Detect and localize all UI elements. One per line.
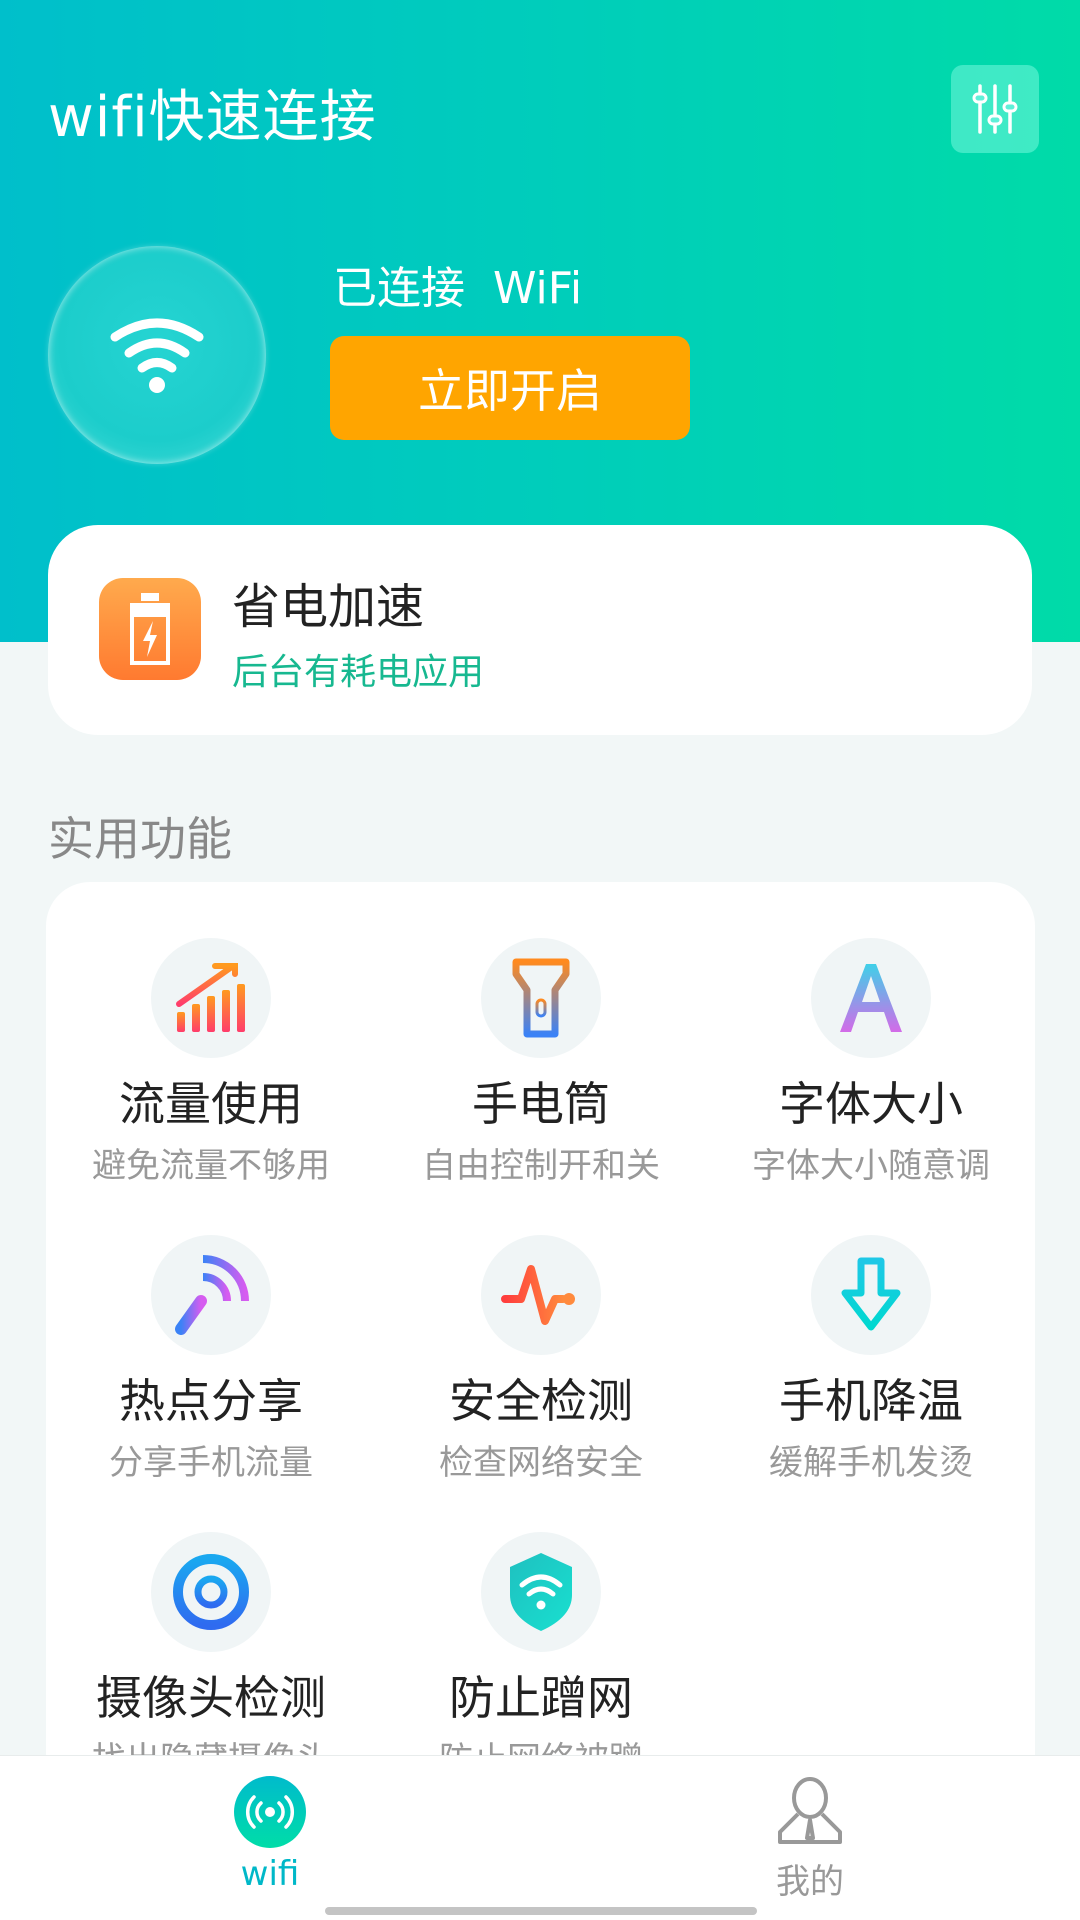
feature-title: 防止蹭网: [449, 1671, 633, 1725]
open-now-button[interactable]: 立即开启: [330, 336, 690, 440]
section-title: 实用功能: [48, 812, 232, 866]
bottom-nav: wifi 我的: [0, 1755, 1080, 1920]
wifi-shield-icon: [510, 1553, 572, 1631]
home-indicator[interactable]: [325, 1907, 757, 1915]
wifi-signal-icon: [234, 1776, 306, 1848]
feature-subtitle: 字体大小随意调: [752, 1146, 990, 1186]
feature-subtitle: 自由控制开和关: [422, 1146, 660, 1186]
data-usage-icon: [176, 963, 245, 1032]
hotspot-icon: [175, 1255, 249, 1335]
feature-anti-freeload[interactable]: 防止蹭网 防止网络被蹭: [376, 1532, 706, 1781]
features-grid: 流量使用 避免流量不够用 手电筒 自由控制开和关 字体大小 字体大小随意调 热点…: [46, 882, 1035, 1882]
camera-detect-icon: [173, 1554, 249, 1630]
wifi-icon: [110, 318, 204, 393]
feature-subtitle: 检查网络安全: [439, 1443, 643, 1483]
feature-camera-detect[interactable]: 摄像头检测 找出隐藏摄像头: [46, 1532, 376, 1781]
profile-icon: [778, 1777, 842, 1844]
feature-title: 热点分享: [119, 1374, 303, 1428]
tab-profile[interactable]: 我的: [710, 1776, 910, 1903]
feature-flashlight[interactable]: 手电筒 自由控制开和关: [376, 938, 706, 1187]
power-saving-title: 省电加速: [232, 579, 425, 635]
wifi-status-bubble[interactable]: [48, 246, 266, 464]
feature-title: 安全检测: [449, 1374, 633, 1428]
feature-subtitle: 缓解手机发烫: [769, 1443, 973, 1483]
connection-status: 已连接 WiFi: [333, 263, 583, 314]
feature-title: 手机降温: [779, 1374, 963, 1428]
app-title: wifi快速连接: [48, 85, 377, 150]
feature-title: 字体大小: [779, 1077, 963, 1131]
cool-down-arrow-icon: [841, 1257, 901, 1331]
feature-cool-down[interactable]: 手机降温 缓解手机发烫: [706, 1235, 1036, 1484]
tab-label: 我的: [776, 1862, 844, 1902]
tab-label: wifi: [240, 1854, 300, 1894]
feature-subtitle: 分享手机流量: [109, 1443, 313, 1483]
feature-font-size[interactable]: 字体大小 字体大小随意调: [706, 938, 1036, 1187]
power-saving-subtitle: 后台有耗电应用: [232, 652, 485, 693]
feature-title: 流量使用: [119, 1077, 303, 1131]
battery-charging-icon: [99, 578, 201, 680]
sliders-icon: [972, 84, 1018, 134]
feature-title: 摄像头检测: [96, 1671, 326, 1725]
settings-button[interactable]: [951, 65, 1039, 153]
pulse-icon: [501, 1265, 575, 1325]
power-saving-card[interactable]: 省电加速 后台有耗电应用: [48, 525, 1032, 735]
tab-wifi[interactable]: wifi: [170, 1776, 370, 1894]
feature-title: 手电筒: [472, 1077, 610, 1131]
font-size-icon: [840, 964, 902, 1032]
feature-data-usage[interactable]: 流量使用 避免流量不够用: [46, 938, 376, 1187]
feature-security-check[interactable]: 安全检测 检查网络安全: [376, 1235, 706, 1484]
feature-subtitle: 避免流量不够用: [92, 1146, 330, 1186]
feature-hotspot[interactable]: 热点分享 分享手机流量: [46, 1235, 376, 1484]
flashlight-icon: [512, 958, 570, 1038]
